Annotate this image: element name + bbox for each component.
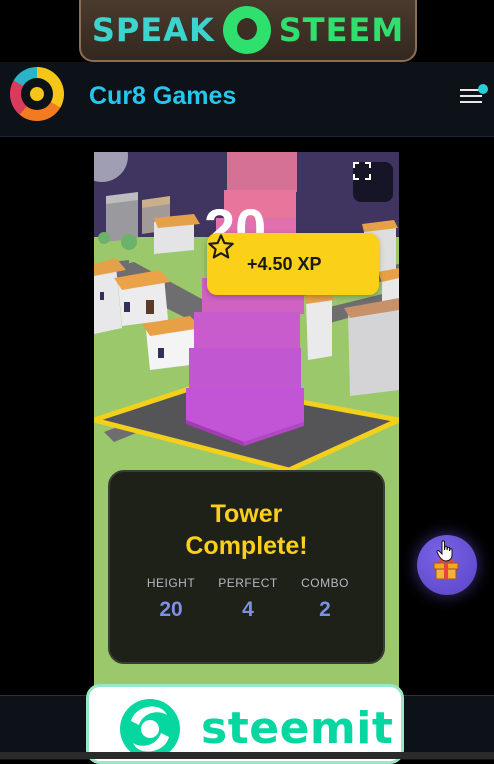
xp-amount: +4.50 XP <box>247 253 322 274</box>
stat-label: HEIGHT <box>146 576 196 590</box>
speak-steem-banner[interactable]: SPEAK STEEM <box>79 0 417 62</box>
building-10 <box>304 290 334 360</box>
hamburger-menu-icon[interactable] <box>458 84 488 108</box>
result-title-line2: Complete! <box>185 532 308 560</box>
game-canvas[interactable]: 20 +4.50 XP Tower Complete! HEIGHT 20 PE… <box>94 152 399 712</box>
result-panel: Tower Complete! HEIGHT 20 PERFECT 4 COMB… <box>108 470 385 664</box>
site-title[interactable]: Cur8 Games <box>89 82 236 111</box>
result-title: Tower Complete! <box>110 498 383 562</box>
banner-word-speak: SPEAK <box>91 11 215 49</box>
notification-dot <box>478 84 488 94</box>
hand-cursor-icon <box>436 540 453 562</box>
site-header: Cur8 Games <box>0 62 494 137</box>
building-1 <box>106 192 138 242</box>
tree-1 <box>121 234 137 250</box>
building-3 <box>154 214 200 254</box>
banner-word-steem: STEEM <box>278 11 405 49</box>
star-icon <box>208 234 234 259</box>
steemit-logo-icon <box>120 699 180 757</box>
stat-perfect: PERFECT 4 <box>208 576 288 622</box>
steemit-wordmark: steemit <box>201 703 394 754</box>
building-9 <box>344 298 399 396</box>
stat-value: 2 <box>319 598 331 621</box>
horizontal-scrollbar[interactable] <box>0 752 494 759</box>
tree-2 <box>98 232 110 244</box>
xp-reward-badge: +4.50 XP <box>207 233 379 295</box>
stat-value: 20 <box>159 598 183 621</box>
stat-value: 4 <box>242 598 254 621</box>
fullscreen-icon <box>353 162 371 180</box>
stat-height: HEIGHT 20 <box>131 576 211 622</box>
score-counter: 20 <box>204 197 267 234</box>
building-5 <box>114 270 170 326</box>
stat-label: COMBO <box>301 576 349 590</box>
cur8-logo-icon[interactable] <box>10 67 64 121</box>
result-title-line1: Tower <box>210 500 283 528</box>
fullscreen-button[interactable] <box>353 162 393 202</box>
speak-steem-logo-icon <box>222 6 271 54</box>
stat-combo: COMBO 2 <box>285 576 365 622</box>
stat-label: PERFECT <box>218 576 278 590</box>
